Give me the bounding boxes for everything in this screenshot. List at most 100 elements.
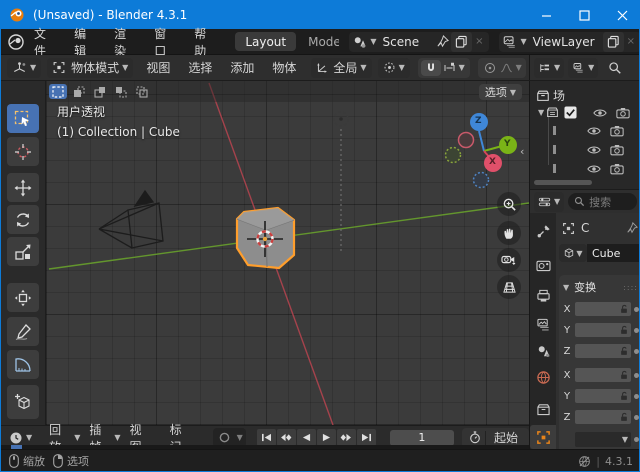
animate-decorator[interactable] bbox=[634, 437, 639, 442]
animate-decorator[interactable] bbox=[634, 307, 639, 312]
menu-view[interactable]: 视图 bbox=[137, 59, 179, 76]
rotation-mode-dropdown[interactable]: ▼ bbox=[575, 432, 631, 447]
outliner-row-scene-collection[interactable]: 场景集合 bbox=[530, 87, 640, 104]
unlink-scene-button[interactable]: × bbox=[472, 36, 486, 47]
select-mode-new-button[interactable] bbox=[49, 84, 67, 99]
object-name-field[interactable]: Cube bbox=[587, 244, 640, 262]
render-camera-icon[interactable] bbox=[616, 107, 630, 119]
outliner-display-mode-button[interactable]: ▼ bbox=[568, 58, 598, 78]
workspace-tab-layout[interactable]: Layout bbox=[235, 32, 296, 51]
select-mode-subtract-button[interactable] bbox=[91, 84, 109, 99]
render-camera-icon[interactable] bbox=[610, 125, 624, 137]
menu-object[interactable]: 物体 bbox=[263, 59, 305, 76]
horizontal-scrollbar[interactable] bbox=[534, 180, 592, 185]
tab-world[interactable] bbox=[530, 365, 556, 389]
tool-add-cube-button[interactable] bbox=[7, 385, 39, 419]
viewport-3d[interactable]: Z Y X 选项▼ 用户透视 (1) Collection | Cube ‹ bbox=[46, 81, 529, 425]
tab-object[interactable] bbox=[530, 425, 556, 449]
rotation-y-row[interactable]: Y bbox=[563, 388, 639, 404]
tab-collection[interactable] bbox=[530, 397, 556, 421]
ortho-toggle-button[interactable] bbox=[497, 275, 521, 299]
outliner-row-light[interactable] bbox=[530, 160, 640, 177]
animate-decorator[interactable] bbox=[634, 349, 639, 354]
rotation-x-field[interactable] bbox=[575, 368, 631, 382]
transform-orientation-dropdown[interactable]: 全局 ▼ bbox=[311, 58, 371, 78]
menu-render[interactable]: 渲染 bbox=[105, 25, 145, 59]
animate-decorator[interactable] bbox=[634, 415, 639, 420]
play-reverse-button[interactable] bbox=[297, 429, 316, 446]
camera-view-button[interactable] bbox=[497, 248, 521, 272]
outliner-row-cube[interactable] bbox=[530, 141, 640, 158]
tool-scale-button[interactable] bbox=[7, 237, 39, 266]
properties-editor-type-button[interactable]: ▼ bbox=[534, 192, 564, 212]
scene-name-field[interactable]: Scene bbox=[377, 35, 437, 49]
menu-select[interactable]: 选择 bbox=[179, 59, 221, 76]
hide-eye-icon[interactable] bbox=[587, 125, 601, 137]
maximize-button[interactable] bbox=[565, 1, 603, 29]
hide-eye-icon[interactable] bbox=[593, 107, 607, 119]
tab-view-layer[interactable] bbox=[530, 312, 556, 336]
select-mode-extend-button[interactable] bbox=[70, 84, 88, 99]
tab-render[interactable] bbox=[530, 253, 556, 277]
animate-decorator[interactable] bbox=[634, 328, 639, 333]
transform-panel-header[interactable]: ▼ 变换 :::: bbox=[563, 279, 638, 295]
rotation-x-row[interactable]: X bbox=[563, 367, 639, 383]
location-y-field[interactable] bbox=[575, 323, 631, 337]
remove-viewlayer-button[interactable]: × bbox=[624, 36, 638, 47]
viewlayer-browse-button[interactable]: ▼ bbox=[502, 35, 526, 49]
tool-annotate-button[interactable] bbox=[7, 317, 39, 346]
autokey-record-button[interactable] bbox=[216, 430, 234, 446]
pan-tool-button[interactable] bbox=[497, 221, 521, 245]
mode-dropdown[interactable]: 物体模式 ▼ bbox=[47, 58, 133, 78]
select-mode-intersect-button[interactable] bbox=[133, 84, 151, 99]
pivot-point-dropdown[interactable]: ▼ bbox=[378, 58, 410, 78]
play-button[interactable] bbox=[317, 429, 336, 446]
location-x-row[interactable]: X bbox=[563, 301, 639, 317]
select-mode-invert-button[interactable] bbox=[112, 84, 130, 99]
proportional-editing-toggle[interactable] bbox=[481, 60, 499, 76]
viewport-options-dropdown[interactable]: 选项▼ bbox=[479, 84, 522, 100]
minimize-button[interactable] bbox=[527, 1, 565, 29]
viewlayer-name-field[interactable]: ViewLayer bbox=[527, 35, 601, 49]
expand-chevron-icon[interactable]: ▼ bbox=[538, 108, 544, 117]
tool-measure-button[interactable] bbox=[7, 350, 39, 379]
tool-transform-button[interactable] bbox=[7, 283, 39, 312]
outliner-editor-type-button[interactable]: ▼ bbox=[534, 58, 564, 78]
location-z-field[interactable] bbox=[575, 344, 631, 358]
outliner-row-camera[interactable] bbox=[530, 122, 640, 139]
animate-decorator[interactable] bbox=[634, 373, 639, 378]
gizmo-y-label[interactable]: Y bbox=[504, 139, 511, 149]
render-camera-icon[interactable] bbox=[610, 163, 624, 175]
pin-icon[interactable] bbox=[626, 222, 638, 234]
blender-menu-icon[interactable] bbox=[7, 33, 25, 51]
close-button[interactable] bbox=[603, 1, 640, 29]
tab-output[interactable] bbox=[530, 283, 556, 307]
sidebar-collapse-arrow[interactable]: ‹ bbox=[520, 145, 524, 158]
outliner-row-collection[interactable]: ▼ bbox=[530, 104, 640, 121]
tool-move-button[interactable] bbox=[7, 173, 39, 202]
menu-add[interactable]: 添加 bbox=[221, 59, 263, 76]
hide-eye-icon[interactable] bbox=[587, 163, 601, 175]
scene-browse-button[interactable]: ▼ bbox=[352, 35, 376, 49]
menu-edit[interactable]: 编辑 bbox=[65, 25, 105, 59]
location-z-row[interactable]: Z bbox=[563, 343, 639, 359]
new-viewlayer-button[interactable] bbox=[603, 32, 624, 52]
menu-help[interactable]: 帮助 bbox=[185, 25, 225, 59]
tool-cursor-button[interactable] bbox=[7, 137, 39, 166]
jump-to-start-button[interactable] bbox=[257, 429, 276, 446]
rotation-y-field[interactable] bbox=[575, 389, 631, 403]
frame-start-field[interactable]: 起始 bbox=[486, 429, 526, 446]
zoom-tool-button[interactable] bbox=[497, 192, 521, 216]
tab-tool[interactable] bbox=[530, 219, 556, 243]
location-x-field[interactable] bbox=[575, 302, 631, 316]
rotation-z-field[interactable] bbox=[575, 410, 631, 424]
hide-eye-icon[interactable] bbox=[587, 144, 601, 156]
breadcrumb-object-label[interactable]: C bbox=[581, 221, 589, 235]
outliner-search-icon[interactable] bbox=[608, 61, 622, 75]
proportional-falloff-dropdown[interactable]: ▼ bbox=[499, 60, 523, 76]
current-frame-field[interactable]: 1 bbox=[390, 430, 454, 446]
new-scene-button[interactable] bbox=[451, 32, 472, 52]
pin-icon[interactable] bbox=[436, 35, 449, 48]
object-browse-dropdown[interactable]: ▼ bbox=[559, 244, 587, 262]
stopwatch-icon[interactable] bbox=[465, 430, 485, 446]
